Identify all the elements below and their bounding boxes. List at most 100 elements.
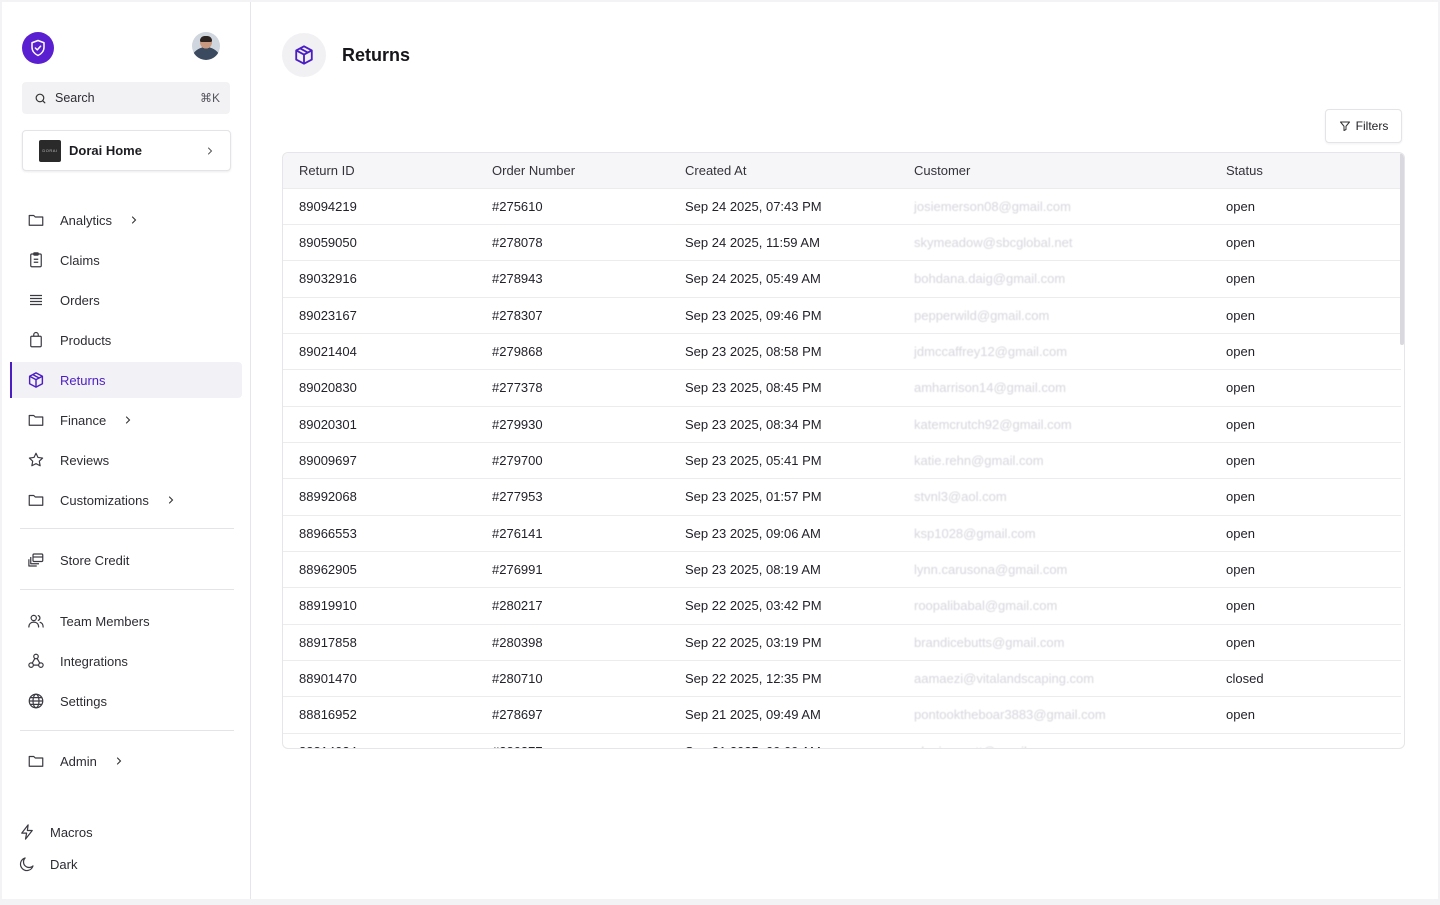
sidebar-item-team-members[interactable]: Team Members: [10, 603, 242, 639]
sidebar-item-label: Finance: [60, 412, 107, 428]
main-content: Returns Filters Return ID Order Number C…: [251, 2, 1438, 899]
status-cell: open: [1210, 223, 1401, 261]
user-avatar[interactable]: [192, 32, 220, 60]
order-number-cell: #278943: [476, 260, 669, 298]
return-id-cell: 89021404: [283, 332, 476, 370]
customer-cell: pontooktheboar3883@gmail.com: [898, 696, 1210, 734]
sidebar-item-products[interactable]: Products: [10, 322, 242, 358]
star-icon: [26, 450, 46, 470]
created-at-cell: Sep 23 2025, 08:58 PM: [669, 332, 898, 370]
customer-cell: brandicebutts@gmail.com: [898, 623, 1210, 661]
order-number-cell: #278078: [476, 223, 669, 261]
order-number-cell: #279700: [476, 441, 669, 479]
return-id-cell: 88814024: [283, 732, 476, 748]
table-row[interactable]: 89020830 #277378 Sep 23 2025, 08:45 PM amha…: [283, 369, 1401, 407]
created-at-cell: Sep 22 2025, 12:35 PM: [669, 659, 898, 697]
folder-icon: [26, 490, 46, 510]
table-row[interactable]: 88966553 #276141 Sep 23 2025, 09:06 AM ksp1…: [283, 514, 1401, 552]
search-icon: [35, 93, 46, 103]
customer-cell: jdmccaffrey12@gmail.com: [898, 332, 1210, 370]
column-header-status[interactable]: Status: [1210, 153, 1401, 188]
status-cell: open: [1210, 296, 1401, 334]
order-number-cell: #280377: [476, 732, 669, 748]
shopping-bag-icon: [26, 330, 46, 350]
table-row[interactable]: 89020301 #279930 Sep 23 2025, 08:34 PM kate…: [283, 405, 1401, 443]
table-row[interactable]: 89059050 #278078 Sep 24 2025, 11:59 AM skym…: [283, 223, 1401, 261]
sidebar-item-label: Analytics: [60, 212, 113, 228]
table-row[interactable]: 88816952 #278697 Sep 21 2025, 09:49 AM pont…: [283, 696, 1401, 734]
sidebar-item-claims[interactable]: Claims: [10, 242, 242, 278]
sidebar-item-admin[interactable]: Admin: [10, 743, 242, 779]
return-id-cell: 88992068: [283, 478, 476, 516]
theme-toggle[interactable]: Dark: [18, 853, 77, 875]
sidebar-item-integrations[interactable]: Integrations: [10, 643, 242, 679]
created-at-cell: Sep 23 2025, 01:57 PM: [669, 478, 898, 516]
order-number-cell: #277378: [476, 369, 669, 407]
status-cell: closed: [1210, 659, 1401, 697]
customer-cell: lynn.carusona@gmail.com: [898, 550, 1210, 588]
table-header-row: Return ID Order Number Created At Custom…: [283, 153, 1401, 188]
created-at-cell: Sep 23 2025, 08:45 PM: [669, 369, 898, 407]
sidebar-item-returns[interactable]: Returns: [10, 362, 242, 398]
table-row[interactable]: 88962905 #276991 Sep 23 2025, 08:19 AM lynn…: [283, 550, 1401, 588]
search-shortcut: ⌘K: [199, 91, 220, 105]
store-switcher[interactable]: DORAI Dorai Home: [22, 130, 231, 171]
search-button[interactable]: Search ⌘K: [22, 82, 230, 114]
package-icon: [282, 33, 326, 77]
table-row[interactable]: 89094219 #275610 Sep 24 2025, 07:43 PM josi…: [283, 187, 1401, 225]
returns-table: Return ID Order Number Created At Custom…: [282, 152, 1405, 749]
status-cell: open: [1210, 441, 1401, 479]
macros-button[interactable]: Macros: [18, 821, 93, 843]
sidebar-item-customizations[interactable]: Customizations: [10, 482, 242, 518]
order-number-cell: #280710: [476, 659, 669, 697]
table-row[interactable]: 89009697 #279700 Sep 23 2025, 05:41 PM kati…: [283, 441, 1401, 479]
column-header-customer[interactable]: Customer: [898, 153, 1210, 188]
sidebar-divider: [20, 589, 234, 590]
table-row[interactable]: 88919910 #280217 Sep 22 2025, 03:42 PM roop…: [283, 587, 1401, 625]
column-header-created-at[interactable]: Created At: [669, 153, 898, 188]
lightning-icon: [21, 824, 33, 840]
status-cell: open: [1210, 332, 1401, 370]
order-number-cell: #278307: [476, 296, 669, 334]
sidebar: Search ⌘K DORAI Dorai Home Analytics Cla…: [2, 2, 251, 899]
column-header-return-id[interactable]: Return ID: [283, 153, 476, 188]
customer-cell: bohdana.daig@gmail.com: [898, 260, 1210, 298]
order-number-cell: #280398: [476, 623, 669, 661]
status-cell: open: [1210, 405, 1401, 443]
return-id-cell: 89020301: [283, 405, 476, 443]
created-at-cell: Sep 21 2025, 09:09 AM: [669, 732, 898, 748]
users-icon: [26, 611, 46, 631]
table-row[interactable]: 88901470 #280710 Sep 22 2025, 12:35 PM aama…: [283, 659, 1401, 697]
sidebar-item-store-credit[interactable]: Store Credit: [10, 542, 242, 578]
filters-label: Filters: [1355, 119, 1389, 133]
order-number-cell: #277953: [476, 478, 669, 516]
status-cell: open: [1210, 550, 1401, 588]
order-number-cell: #279930: [476, 405, 669, 443]
column-header-order-number[interactable]: Order Number: [476, 153, 669, 188]
return-id-cell: 88966553: [283, 514, 476, 552]
table-row[interactable]: 89032916 #278943 Sep 24 2025, 05:49 AM bohd…: [283, 260, 1401, 298]
table-row[interactable]: 88917858 #280398 Sep 22 2025, 03:19 PM bran…: [283, 623, 1401, 661]
table-row[interactable]: 88814024#280377Sep 21 2025, 09:09 AMalan…: [283, 732, 1401, 748]
table-row[interactable]: 89021404 #279868 Sep 23 2025, 08:58 PM jdmc…: [283, 332, 1401, 370]
sidebar-item-label: Returns: [60, 372, 106, 388]
table-row[interactable]: 88992068 #277953 Sep 23 2025, 01:57 PM stvn…: [283, 478, 1401, 516]
table-row[interactable]: 89023167 #278307 Sep 23 2025, 09:46 PM pepp…: [283, 296, 1401, 334]
created-at-cell: Sep 21 2025, 09:49 AM: [669, 696, 898, 734]
created-at-cell: Sep 23 2025, 09:06 AM: [669, 514, 898, 552]
sidebar-item-finance[interactable]: Finance: [10, 402, 242, 438]
status-cell: open: [1210, 187, 1401, 225]
sidebar-item-orders[interactable]: Orders: [10, 282, 242, 318]
created-at-cell: Sep 23 2025, 08:19 AM: [669, 550, 898, 588]
table-scrollbar[interactable]: [1400, 153, 1404, 345]
brand-logo-icon[interactable]: [22, 32, 54, 64]
chevron-right-icon: [165, 494, 177, 506]
sidebar-item-reviews[interactable]: Reviews: [10, 442, 242, 478]
status-cell: open: [1210, 623, 1401, 661]
theme-label: Dark: [50, 856, 78, 872]
status-cell: open: [1210, 478, 1401, 516]
filters-button[interactable]: Filters: [1325, 109, 1402, 143]
sidebar-item-settings[interactable]: Settings: [10, 683, 242, 719]
status-cell: open: [1210, 587, 1401, 625]
sidebar-item-analytics[interactable]: Analytics: [10, 202, 242, 238]
